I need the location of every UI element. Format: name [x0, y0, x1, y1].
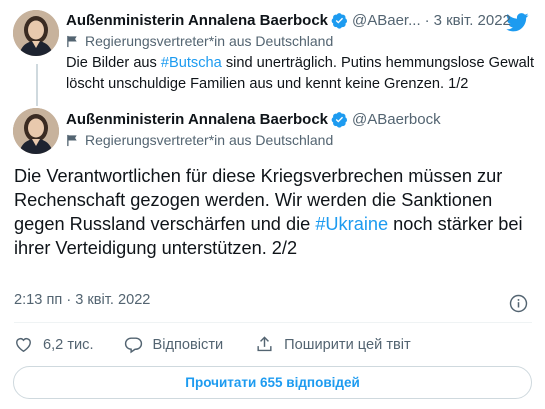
author-row: Außenministerin Annalena Baerbock @ABaer…: [66, 111, 441, 128]
separator-dot: ·: [424, 12, 430, 29]
share-icon: [257, 336, 272, 352]
read-replies-button[interactable]: Прочитати 655 відповідей: [13, 366, 532, 399]
action-bar: 6,2 тис. Відповісти Поширити цей твіт: [14, 335, 411, 354]
government-flag-icon: [67, 35, 77, 47]
tweet-date[interactable]: 3 квіт. 2022: [434, 12, 511, 29]
author-handle[interactable]: @ABaer...: [352, 12, 421, 29]
government-label[interactable]: Regierungsvertreter*in aus Deutschland: [66, 132, 333, 148]
share-button[interactable]: Поширити цей твіт: [255, 335, 411, 354]
government-label-text: Regierungsvertreter*in aus Deutschland: [85, 33, 334, 49]
hashtag-link[interactable]: #Ukraine: [315, 214, 388, 234]
thread-connector: [36, 64, 38, 106]
tweet-text: Die Verantwortlichen für diese Kriegsver…: [14, 166, 523, 258]
info-icon[interactable]: [509, 294, 528, 313]
government-flag-icon: [67, 134, 77, 146]
tweet-text: Die Bilder aus #Butscha sind unerträglic…: [66, 55, 535, 92]
government-label-text: Regierungsvertreter*in aus Deutschland: [85, 132, 334, 148]
verified-badge-icon: [331, 112, 348, 128]
reply-button[interactable]: Відповісти: [124, 335, 224, 354]
reply-icon: [124, 337, 142, 354]
author-name[interactable]: Außenministerin Annalena Baerbock: [66, 111, 328, 128]
author-handle[interactable]: @ABaerbock: [352, 111, 441, 128]
share-label: Поширити цей твіт: [284, 336, 411, 353]
divider: [14, 322, 532, 323]
like-button[interactable]: 6,2 тис.: [14, 335, 94, 354]
verified-badge-icon: [331, 13, 348, 29]
author-row: Außenministerin Annalena Baerbock @ABaer…: [66, 12, 511, 29]
avatar[interactable]: [13, 108, 59, 154]
government-label[interactable]: Regierungsvertreter*in aus Deutschland: [66, 33, 333, 49]
author-name[interactable]: Außenministerin Annalena Baerbock: [66, 12, 328, 29]
reply-label: Відповісти: [152, 336, 224, 353]
heart-icon: [16, 338, 31, 353]
like-count: 6,2 тис.: [43, 336, 94, 353]
hashtag-link[interactable]: #Butscha: [161, 55, 222, 71]
avatar[interactable]: [13, 10, 59, 56]
tweet-timestamp[interactable]: 2:13 пп · 3 квіт. 2022: [14, 292, 150, 308]
